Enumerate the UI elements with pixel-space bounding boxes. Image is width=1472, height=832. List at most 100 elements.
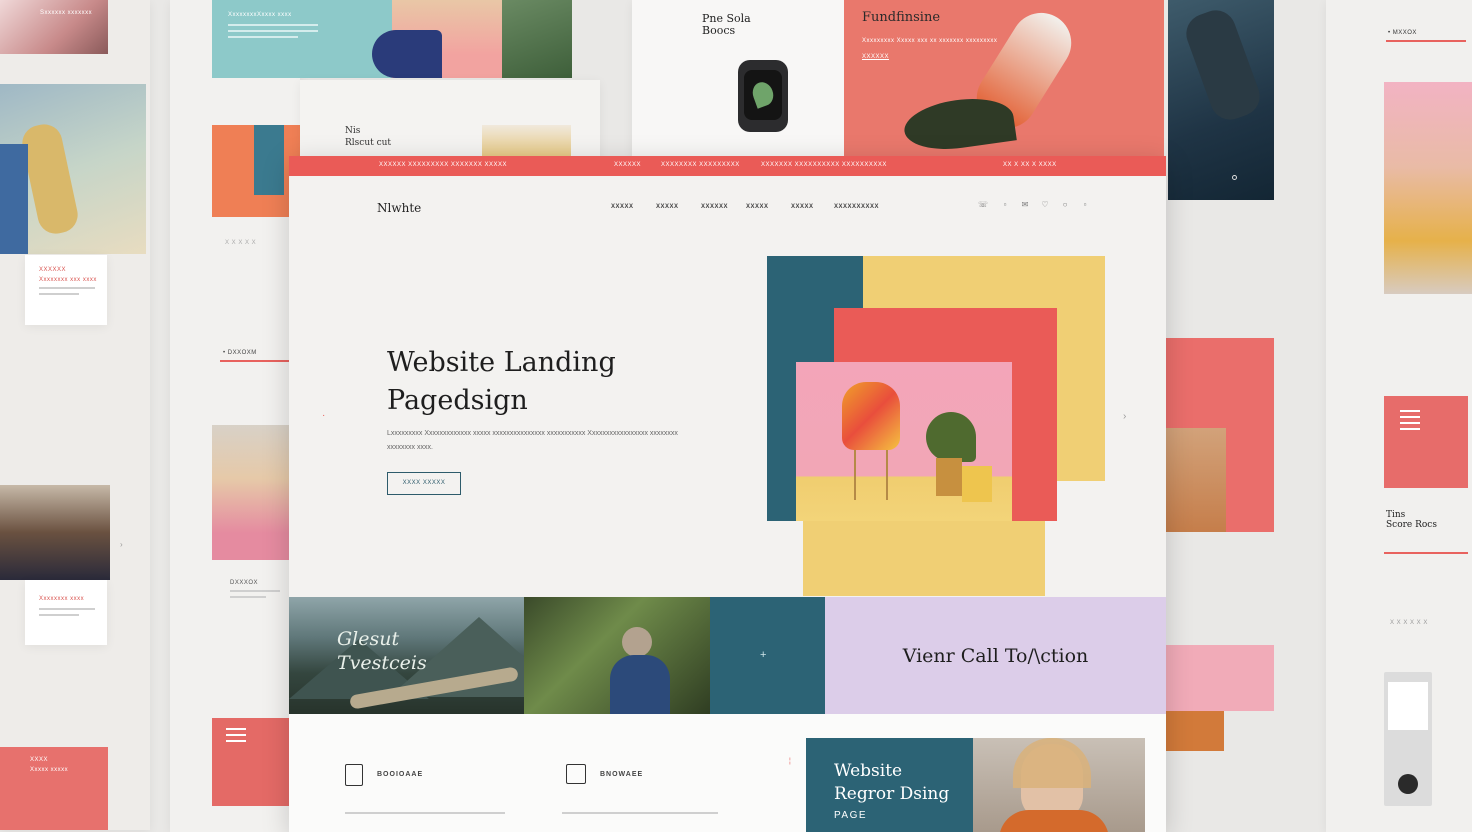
- card-title: Rlscut cut: [345, 138, 392, 148]
- card-title: Nis: [345, 126, 361, 136]
- topbar-social[interactable]: XX X XX X XXXX: [1003, 162, 1057, 168]
- text-card-2: Xxxxxxxx xxxx: [25, 580, 107, 645]
- small-fashion-card: Nis Rlscut cut: [300, 80, 600, 160]
- topbar-text: XXXXXX XXXXXXXXX XXXXXXX XXXXX: [379, 162, 508, 168]
- photo-caption: Sxxxxxx xxxxxxx: [40, 10, 93, 16]
- card-title: Score Rocs: [1386, 520, 1437, 530]
- chair-image: [842, 382, 900, 450]
- coral-feature-card: Fundfinsine Xxxxxxxxx Xxxxx xxx xx xxxxx…: [844, 0, 1164, 158]
- woman-photo: [212, 425, 300, 560]
- image-icon: [566, 764, 586, 784]
- announcement-bar: XXXXXX XXXXXXXXX XXXXXXX XXXXX XXXXXX XX…: [289, 156, 1166, 176]
- promo-subtitle: PAGE: [834, 810, 868, 821]
- smiling-woman-photo: [973, 738, 1145, 832]
- small-caption: X X X X X: [225, 240, 257, 246]
- phone-icon[interactable]: ☏: [978, 201, 988, 209]
- chevron-right-icon[interactable]: ›: [120, 540, 123, 549]
- overlay-text-line: Glesut: [337, 628, 400, 650]
- left-mockup-column-2: X X X X X • DXXOXM DXXXOX: [170, 0, 300, 832]
- section-label: • MXXOX: [1388, 30, 1417, 36]
- right-mockup-column: • MXXOX Tins Score Rocs X X X X X X: [1326, 0, 1472, 832]
- plant-image: [926, 412, 976, 462]
- plus-icon[interactable]: +: [760, 649, 766, 661]
- nav-link-4[interactable]: XXXXX: [746, 204, 769, 210]
- feature-label: BNOWAEE: [600, 771, 644, 778]
- card-text: Xxxxxxxxx Xxxxx xxx xx xxxxxxx xxxxxxxxx: [862, 38, 998, 44]
- section-label: • DXXOXM: [223, 350, 257, 356]
- left-mockup-column: Sxxxxxx xxxxxxx XXXXXX Xxxxxxxx xxx xxxx…: [0, 0, 150, 830]
- card-caption: XxxxxxxxXxxxx xxxx: [228, 12, 292, 18]
- ocean-photo: [1168, 0, 1274, 200]
- mountain-photo-card: Glesut Tvestceis: [289, 597, 524, 714]
- orange-photo: [212, 125, 300, 217]
- topbar-link[interactable]: XXXXXXXX XXXXXXXXX: [661, 162, 740, 168]
- square-icon[interactable]: ▫: [1001, 201, 1009, 209]
- divider: [1386, 40, 1466, 42]
- nav-link-2[interactable]: XXXXX: [656, 204, 679, 210]
- mail-icon[interactable]: ✉: [1021, 201, 1029, 209]
- shoes-photo: [482, 125, 571, 160]
- nav-link-home[interactable]: XXXXX: [611, 204, 634, 210]
- divider: [220, 360, 290, 362]
- card-title: Boocs: [702, 24, 736, 37]
- chevron-right-icon[interactable]: ›: [1123, 411, 1126, 422]
- small-caption: DXXXOX: [230, 580, 259, 586]
- promo-title-line: Regror Dsing: [834, 784, 950, 804]
- nav-link-5[interactable]: XXXXX: [791, 204, 814, 210]
- divider: [1384, 552, 1468, 554]
- smartwatch-image: [738, 60, 788, 132]
- coral-card: XXXX Xxxxx xxxxx: [0, 747, 108, 830]
- card-link[interactable]: XXXXXX: [862, 54, 889, 60]
- plant-photo-card: [524, 597, 710, 714]
- watch-card: Pne Sola Boocs: [632, 0, 844, 158]
- hero-collage: [767, 256, 1105, 596]
- card-label: XXXXXX: [39, 267, 67, 273]
- card-label: Xxxxxxxx xxxx: [39, 596, 85, 602]
- mountain-overlay-text: Glesut Tvestceis: [337, 627, 427, 675]
- coral-text-card: [1384, 396, 1468, 488]
- nav-link-6[interactable]: XXXXXXXXXX: [834, 204, 879, 210]
- hero-title-line: Pagedsign: [387, 385, 528, 416]
- card-label: XXXX: [30, 757, 49, 763]
- features-section: BOOIOAAE BNOWAEE ¦ Website Regror Dsing …: [289, 714, 1166, 832]
- card-title: Fundfinsine: [862, 10, 941, 25]
- coral-card: [212, 718, 300, 806]
- woman-photo-right: [1384, 82, 1472, 294]
- card-sublabel: Xxxxx xxxxx: [30, 767, 69, 773]
- promo-title: Website Regror Dsing: [834, 760, 984, 806]
- topbar-link[interactable]: XXXXXX: [614, 162, 641, 168]
- dot-icon: ¦: [789, 758, 791, 765]
- small-caption: X X X X X X: [1390, 620, 1428, 626]
- text-card: XXXXXX Xxxxxxxx xxx xxxx: [25, 255, 107, 325]
- phone-icon: [345, 764, 363, 786]
- card-sublabel: Xxxxxxxx xxx xxxx: [39, 277, 97, 283]
- phone-mockup: [1384, 672, 1432, 806]
- cta-tile: Vienr Call To/\ction: [825, 597, 1166, 714]
- feature-label: BOOIOAAE: [377, 771, 424, 778]
- heart-icon[interactable]: ♡: [1041, 201, 1049, 209]
- navbar: Nlwhte XXXXX XXXXX XXXXXX XXXXX XXXXX XX…: [289, 176, 1166, 236]
- overlay-text-line: Tvestceis: [337, 652, 427, 674]
- topbar-link[interactable]: XXXXXXX XXXXXXXXXX XXXXXXXXXX: [761, 162, 887, 168]
- cta-text[interactable]: Vienr Call To/\ction: [825, 645, 1166, 667]
- teal-tile: +: [710, 597, 825, 714]
- fashion-photo: Sxxxxxx xxxxxxx: [0, 0, 108, 54]
- chevron-left-icon[interactable]: ·: [322, 410, 325, 421]
- hero-title-line: Website Landing: [387, 347, 616, 378]
- coral-card-right: [1166, 338, 1274, 532]
- hero-cta-button[interactable]: XXXX XXXXX: [387, 472, 461, 495]
- pink-card-right: [1166, 645, 1274, 711]
- promo-card: Website Regror Dsing PAGE: [806, 738, 1145, 832]
- orange-photo-right: [1166, 711, 1224, 751]
- site-logo[interactable]: Nlwhte: [377, 201, 421, 215]
- nav-link-3[interactable]: XXXXXX: [701, 204, 728, 210]
- cart-icon[interactable]: ▫: [1081, 201, 1089, 209]
- main-landing-page: XXXXXX XXXXXXXXX XXXXXXX XXXXX XXXXXX XX…: [289, 156, 1166, 832]
- teal-hero-card: XxxxxxxxXxxxx xxxx: [212, 0, 572, 78]
- hero-title: Website Landing Pagedsign: [387, 344, 707, 420]
- fashion-photo-jump: [0, 84, 146, 254]
- card-title: Tins: [1386, 510, 1406, 520]
- promo-title-line: Website: [834, 761, 903, 781]
- search-icon[interactable]: ○: [1061, 201, 1069, 209]
- chair-photo: [796, 362, 1012, 521]
